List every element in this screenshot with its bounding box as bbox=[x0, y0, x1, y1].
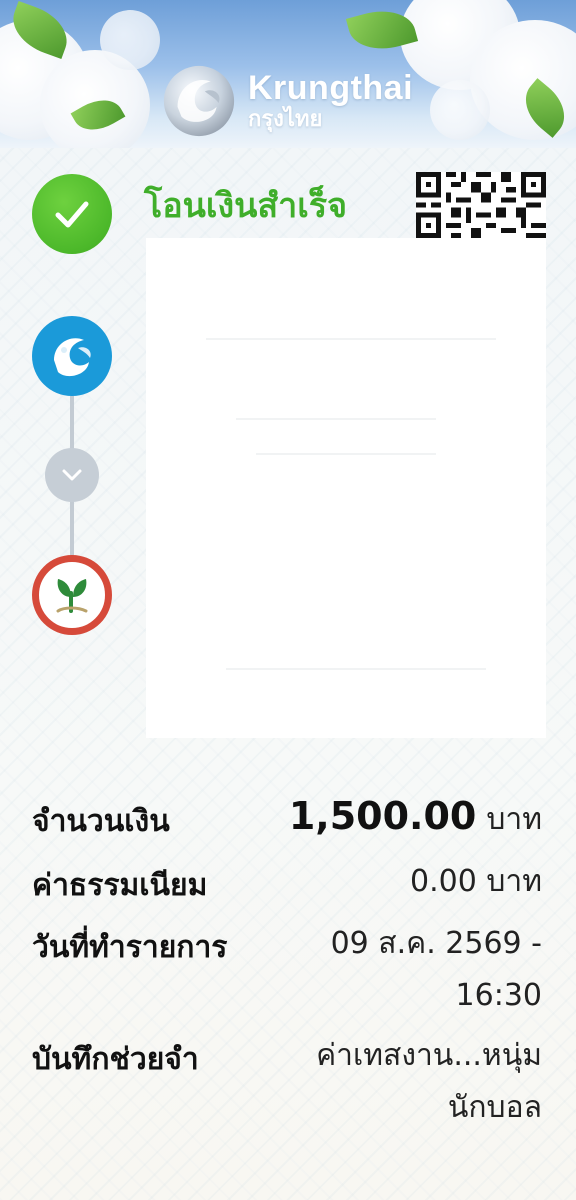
success-badge bbox=[32, 174, 112, 254]
amount-label: จำนวนเงิน bbox=[32, 804, 170, 839]
brand-name-th: กรุงไทย bbox=[248, 107, 323, 132]
krungthai-logo-icon bbox=[163, 65, 235, 137]
time-value: 16:30 bbox=[455, 978, 542, 1013]
fee-value: 0.00 บาท bbox=[410, 864, 542, 899]
memo-label: บันทึกช่วยจำ bbox=[32, 1042, 199, 1077]
flower-decoration bbox=[430, 80, 490, 140]
amount-value: 1,500.00 bbox=[288, 794, 477, 838]
brand-name-en: Krungthai bbox=[248, 69, 414, 107]
redacted-account-panel bbox=[146, 238, 546, 738]
status-title: โอนเงินสำเร็จ bbox=[144, 186, 348, 226]
date-label: วันที่ทำรายการ bbox=[32, 930, 228, 965]
transfer-arrow-badge bbox=[45, 448, 99, 502]
flower-decoration bbox=[100, 10, 160, 70]
qr-code-icon[interactable] bbox=[416, 172, 546, 238]
memo-value-line2: นักบอล bbox=[447, 1090, 542, 1125]
brand-logo-group: Krungthai กรุงไทย bbox=[160, 62, 413, 140]
memo-value-line1: ค่าเทสงาน...หนุ่ม bbox=[316, 1038, 542, 1073]
chevron-down-icon bbox=[62, 469, 82, 481]
transfer-connector-line bbox=[70, 500, 74, 556]
from-bank-badge bbox=[32, 316, 112, 396]
transfer-connector-line bbox=[70, 396, 74, 450]
amount-unit: บาท bbox=[486, 802, 542, 837]
amount-value-group: 1,500.00 บาท bbox=[289, 790, 542, 846]
date-value: 09 ส.ค. 2569 - bbox=[330, 926, 542, 961]
krungthai-bank-icon bbox=[54, 338, 91, 377]
date-row: วันที่ทำรายการ 09 ส.ค. 2569 - 16:30 bbox=[32, 918, 544, 1028]
check-icon bbox=[55, 201, 89, 228]
fee-label: ค่าธรรมเนียม bbox=[32, 868, 208, 903]
header-banner: Krungthai กรุงไทย bbox=[0, 0, 576, 148]
amount-row: จำนวนเงิน 1,500.00 บาท bbox=[32, 790, 544, 850]
to-bank-badge bbox=[32, 555, 112, 635]
fee-row: ค่าธรรมเนียม 0.00 บาท bbox=[32, 856, 544, 912]
memo-row: บันทึกช่วยจำ ค่าเทสงาน...หนุ่ม นักบอล bbox=[32, 1030, 544, 1140]
kasikorn-bank-icon bbox=[46, 569, 98, 621]
